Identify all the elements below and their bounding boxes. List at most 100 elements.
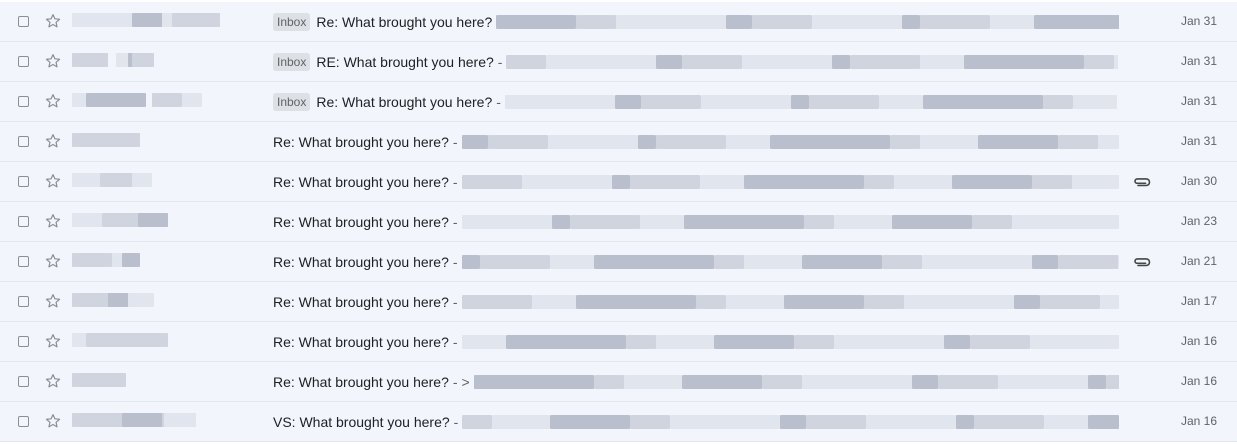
star-outline-icon[interactable] <box>44 252 62 270</box>
label-badge[interactable]: Inbox <box>273 13 311 31</box>
email-row[interactable]: Inbox Re: What brought you here? Jan 31 <box>0 2 1237 42</box>
redaction-block <box>783 295 864 309</box>
redaction-block <box>546 55 657 69</box>
checkbox-icon[interactable] <box>18 96 29 107</box>
subject-area[interactable]: Re: What brought you here? - <box>273 322 1119 362</box>
redaction-block <box>625 335 656 349</box>
star-outline-icon[interactable] <box>44 292 62 310</box>
subject-area[interactable]: Re: What brought you here? - <box>273 202 1119 242</box>
redaction-block <box>72 93 86 107</box>
star-outline-icon[interactable] <box>44 132 62 150</box>
subject-area[interactable]: Inbox Re: What brought you here? - <box>273 82 1119 122</box>
star-outline-icon[interactable] <box>44 92 62 110</box>
checkbox-icon[interactable] <box>18 416 29 427</box>
subject-area[interactable]: VS: What brought you here? - <box>273 402 1119 442</box>
redaction-block <box>713 335 794 349</box>
star-outline-icon[interactable] <box>44 172 62 190</box>
checkbox-icon[interactable] <box>18 176 29 187</box>
redaction-block <box>1031 255 1058 269</box>
subject-area[interactable]: Inbox Re: What brought you here? <box>273 2 1119 42</box>
email-subject: Re: What brought you here? <box>273 334 449 350</box>
email-snippet-redacted <box>506 55 1119 69</box>
subject-area[interactable]: Re: What brought you here? - > <box>273 362 1119 402</box>
checkbox-icon[interactable] <box>18 256 29 267</box>
checkbox-icon[interactable] <box>18 136 29 147</box>
star-outline-icon[interactable] <box>44 332 62 350</box>
email-row[interactable]: VS: What brought you here? - Jan 16 <box>0 402 1237 442</box>
email-subject: VS: What brought you here? <box>273 414 450 430</box>
checkbox-icon[interactable] <box>18 296 29 307</box>
checkbox-icon[interactable] <box>18 336 29 347</box>
star-outline-icon[interactable] <box>44 52 62 70</box>
redaction-block <box>461 215 552 229</box>
checkbox-icon[interactable] <box>18 216 29 227</box>
redaction-block <box>72 133 140 147</box>
redaction-block <box>990 15 1035 29</box>
redaction-block <box>725 135 770 149</box>
redaction-block <box>623 375 682 389</box>
redaction-block <box>551 215 570 229</box>
redaction-block <box>1117 255 1119 269</box>
email-row[interactable]: Re: What brought you here? - Jan 21 <box>0 242 1237 282</box>
redaction-block <box>725 295 784 309</box>
redaction-block <box>1039 295 1100 309</box>
email-row[interactable]: Re: What brought you here? - > Jan 16 <box>0 362 1237 402</box>
redaction-block <box>86 333 168 347</box>
checkbox-icon[interactable] <box>18 56 29 67</box>
star-outline-icon[interactable] <box>44 12 62 30</box>
email-row[interactable]: Re: What brought you here? - Jan 23 <box>0 202 1237 242</box>
subject-area[interactable]: Re: What brought you here? - <box>273 162 1119 202</box>
email-row[interactable]: Re: What brought you here? - Jan 16 <box>0 322 1237 362</box>
redaction-block <box>593 255 714 269</box>
redaction-block <box>132 53 154 67</box>
email-row[interactable]: Re: What brought you here? - Jan 31 <box>0 122 1237 162</box>
redaction-block <box>496 15 577 29</box>
snippet-separator: - <box>496 94 501 110</box>
email-date: Jan 16 <box>1180 414 1217 428</box>
label-badge[interactable]: Inbox <box>273 93 311 111</box>
email-row[interactable]: Inbox Re: What brought you here? - Jan 3… <box>0 82 1237 122</box>
redaction-block <box>790 95 809 109</box>
snippet-separator: - <box>452 254 458 270</box>
redaction-block <box>86 93 146 107</box>
email-subject: Re: What brought you here? <box>273 294 449 310</box>
checkbox-icon[interactable] <box>18 376 29 387</box>
sender-name-redacted <box>72 413 222 431</box>
subject-area[interactable]: Inbox RE: What brought you here? - <box>273 42 1119 82</box>
redaction-block <box>761 375 802 389</box>
star-outline-icon[interactable] <box>44 372 62 390</box>
redaction-block <box>1087 375 1106 389</box>
redaction-block <box>937 375 998 389</box>
email-row[interactable]: Inbox RE: What brought you here? - Jan 3… <box>0 42 1237 82</box>
redaction-block <box>461 335 506 349</box>
redaction-block <box>487 135 548 149</box>
snippet-separator: - <box>453 414 459 430</box>
redaction-block <box>1011 215 1119 229</box>
email-snippet-redacted <box>496 15 1119 29</box>
redaction-block <box>479 255 550 269</box>
redaction-block <box>1088 415 1119 429</box>
subject-area[interactable]: Re: What brought you here? - <box>273 242 1119 282</box>
redaction-block <box>903 295 1014 309</box>
redaction-block <box>700 95 791 109</box>
star-outline-icon[interactable] <box>44 212 62 230</box>
checkbox-icon[interactable] <box>18 16 29 27</box>
redaction-block <box>656 55 683 69</box>
redaction-block <box>964 55 1085 69</box>
email-snippet-redacted <box>462 415 1119 429</box>
sender-name-redacted <box>72 173 222 191</box>
subject-area[interactable]: Re: What brought you here? - <box>273 282 1119 322</box>
email-row[interactable]: Re: What brought you here? - Jan 17 <box>0 282 1237 322</box>
redaction-block <box>655 135 726 149</box>
subject-area[interactable]: Re: What brought you here? - <box>273 122 1119 162</box>
paperclip-icon[interactable] <box>1132 175 1152 189</box>
redaction-block <box>639 215 684 229</box>
redaction-block <box>1057 255 1118 269</box>
paperclip-icon[interactable] <box>1132 255 1152 269</box>
label-badge[interactable]: Inbox <box>273 53 311 71</box>
redaction-block <box>576 15 617 29</box>
email-subject: Re: What brought you here? <box>273 174 449 190</box>
snippet-separator: - <box>452 214 458 230</box>
star-outline-icon[interactable] <box>44 412 62 430</box>
email-row[interactable]: Re: What brought you here? - Jan 30 <box>0 162 1237 202</box>
